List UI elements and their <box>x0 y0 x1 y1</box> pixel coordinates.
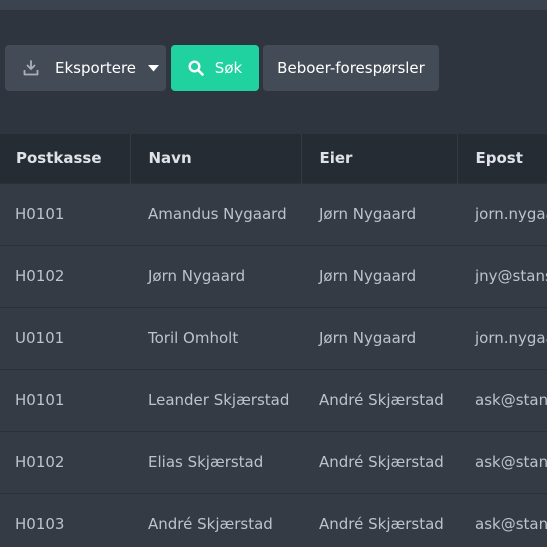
cell-postkasse: H0103 <box>0 492 130 547</box>
cell-epost: jorn.nygaard <box>457 306 547 369</box>
cell-navn: Leander Skjærstad <box>130 368 301 431</box>
resident-requests-button[interactable]: Beboer-forespørsler <box>263 45 439 91</box>
cell-eier: André Skjærstad <box>301 368 457 431</box>
top-strip <box>0 0 547 10</box>
cell-postkasse: H0102 <box>0 430 130 493</box>
table-row[interactable]: H0102 Elias Skjærstad André Skjærstad as… <box>0 430 547 493</box>
table-row[interactable]: H0101 Leander Skjærstad André Skjærstad … <box>0 368 547 431</box>
table-row[interactable]: H0102 Jørn Nygaard Jørn Nygaard jny@stan… <box>0 244 547 307</box>
cell-eier: André Skjærstad <box>301 492 457 547</box>
column-header-navn[interactable]: Navn <box>130 134 302 183</box>
cell-epost: ask@stansberg <box>457 430 547 493</box>
table-row[interactable]: U0101 Toril Omholt Jørn Nygaard jorn.nyg… <box>0 306 547 369</box>
cell-postkasse: H0101 <box>0 182 130 245</box>
column-header-epost[interactable]: Epost <box>457 134 547 183</box>
cell-eier: Jørn Nygaard <box>301 182 457 245</box>
cell-epost: ask@stansberg <box>457 368 547 431</box>
cell-eier: Jørn Nygaard <box>301 306 457 369</box>
column-header-postkasse[interactable]: Postkasse <box>0 134 131 183</box>
cell-postkasse: H0101 <box>0 368 130 431</box>
cell-navn: Amandus Nygaard <box>130 182 301 245</box>
toolbar: Eksportere Søk Beboer-forespørsler <box>0 10 547 134</box>
table-header-row: Postkasse Navn Eier Epost <box>0 134 547 183</box>
cell-epost: jorn.nygaard <box>457 182 547 245</box>
cell-postkasse: U0101 <box>0 306 130 369</box>
search-icon <box>188 60 204 76</box>
export-button-label: Eksportere <box>55 59 137 77</box>
download-icon <box>23 60 39 76</box>
search-button-label: Søk <box>214 59 243 77</box>
table-row[interactable]: H0103 André Skjærstad André Skjærstad as… <box>0 492 547 547</box>
export-button[interactable]: Eksportere <box>5 45 166 91</box>
cell-navn: André Skjærstad <box>130 492 301 547</box>
search-button[interactable]: Søk <box>171 45 259 91</box>
cell-navn: Elias Skjærstad <box>130 430 301 493</box>
cell-navn: Toril Omholt <box>130 306 301 369</box>
cell-eier: André Skjærstad <box>301 430 457 493</box>
caret-down-icon <box>148 64 160 72</box>
table-row[interactable]: H0101 Amandus Nygaard Jørn Nygaard jorn.… <box>0 182 547 245</box>
resident-requests-label: Beboer-forespørsler <box>277 59 425 77</box>
cell-epost: jny@stansberg <box>457 244 547 307</box>
residents-table: Postkasse Navn Eier Epost H0101 Amandus … <box>0 134 547 547</box>
app-page: Eksportere Søk Beboer-forespørsler Postk… <box>0 0 547 547</box>
cell-navn: Jørn Nygaard <box>130 244 301 307</box>
cell-eier: Jørn Nygaard <box>301 244 457 307</box>
cell-epost: ask@stansberg <box>457 492 547 547</box>
cell-postkasse: H0102 <box>0 244 130 307</box>
column-header-eier[interactable]: Eier <box>301 134 458 183</box>
